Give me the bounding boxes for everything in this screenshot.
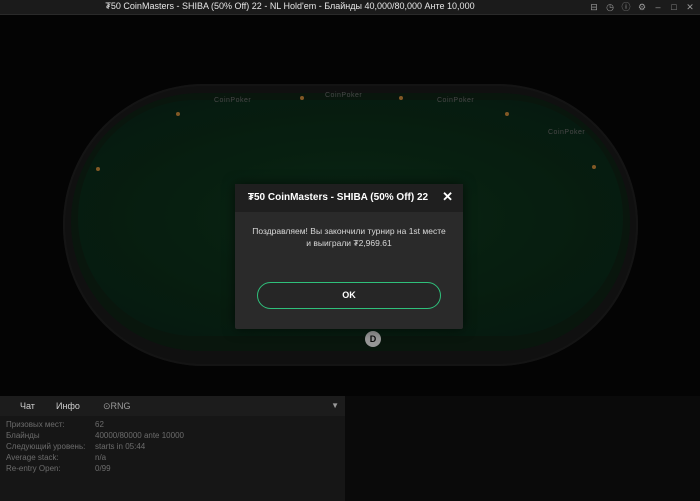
info-panel: Чат Инфо ⊙RNG ▼ Призовых мест: 62 Блайнд… <box>0 396 345 501</box>
minimize-icon[interactable]: – <box>652 1 664 13</box>
settings-icon[interactable]: ⊟ <box>588 1 600 13</box>
info-value: 40000/80000 ante 10000 <box>95 431 184 440</box>
info-icon[interactable]: ⓘ <box>620 1 632 13</box>
dialog-message: Поздравляем! Вы закончили турнир на 1st … <box>252 226 446 248</box>
info-value: n/a <box>95 453 107 462</box>
ok-button[interactable]: OK <box>257 282 441 309</box>
rng-icon: ⊙ <box>103 401 111 411</box>
info-label: Призовых мест: <box>6 420 65 429</box>
info-label: Блайнды <box>6 431 40 440</box>
dialog-title: ₮50 CoinMasters - SHIBA (50% Off) 22 <box>247 192 429 203</box>
info-label: Average stack: <box>6 453 59 462</box>
info-label: Re-entry Open: <box>6 464 61 473</box>
history-icon[interactable]: ◷ <box>604 1 616 13</box>
info-label: Следующий уровень: <box>6 442 86 451</box>
tab-chat[interactable]: Чат <box>20 401 35 411</box>
maximize-icon[interactable]: □ <box>668 1 680 13</box>
collapse-icon[interactable]: ▼ <box>331 401 339 410</box>
tab-rng[interactable]: ⊙RNG <box>103 401 131 412</box>
tournament-result-dialog: ₮50 CoinMasters - SHIBA (50% Off) 22 ✕ П… <box>235 184 463 329</box>
gear-icon[interactable]: ⚙ <box>636 1 648 13</box>
action-panel <box>345 396 700 501</box>
close-icon[interactable]: ✕ <box>684 1 696 13</box>
title-bar: ₮50 CoinMasters - SHIBA (50% Off) 22 - N… <box>0 0 700 15</box>
info-value: 0/99 <box>95 464 111 473</box>
tab-info[interactable]: Инфо <box>56 401 80 411</box>
window-controls: ⊟ ◷ ⓘ ⚙ – □ ✕ <box>588 1 696 13</box>
info-tabs: Чат Инфо ⊙RNG ▼ <box>0 396 345 416</box>
close-icon[interactable]: ✕ <box>442 190 453 204</box>
dialog-header: ₮50 CoinMasters - SHIBA (50% Off) 22 ✕ <box>235 184 463 212</box>
info-value: starts in 05:44 <box>95 442 146 451</box>
tab-rng-label: RNG <box>110 401 131 411</box>
window-title: ₮50 CoinMasters - SHIBA (50% Off) 22 - N… <box>105 1 475 11</box>
info-value: 62 <box>95 420 104 429</box>
